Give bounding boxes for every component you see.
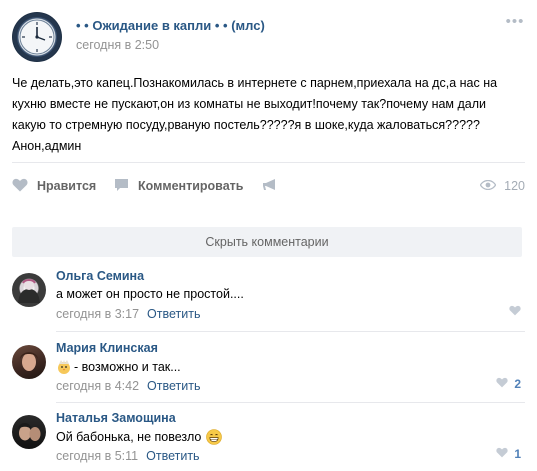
heart-icon <box>496 377 508 391</box>
avatar[interactable] <box>12 273 46 307</box>
comment-like-count: 1 <box>514 447 521 461</box>
reply-link[interactable]: Ответить <box>147 307 200 321</box>
comment-meta: сегодня в 5:11 Ответить <box>56 449 200 463</box>
post-actions: Нравится Комментировать 120 <box>12 173 525 199</box>
share-button[interactable] <box>262 173 287 199</box>
comment-label: Комментировать <box>138 179 244 193</box>
like-button[interactable]: Нравится <box>12 173 96 199</box>
comment-button[interactable]: Комментировать <box>114 173 243 199</box>
hide-comments-button[interactable]: Скрыть комментарии <box>12 227 522 257</box>
comment-text: - возможно и так... <box>74 360 181 374</box>
comment-author[interactable]: Ольга Семина <box>56 269 144 283</box>
comment-text: а может он просто не простой.... <box>56 287 244 301</box>
divider <box>12 162 525 163</box>
comment-meta: сегодня в 3:17 Ответить <box>56 307 200 321</box>
comment-text-row: Ой бабонька, не повезло <box>56 429 223 445</box>
group-name-link[interactable]: • • Ожидание в капли • • (млс) <box>76 18 265 33</box>
reply-link[interactable]: Ответить <box>147 379 200 393</box>
comment-item: Мария Клинская - возможно и так... сегод… <box>12 341 525 401</box>
comment-time[interactable]: сегодня в 3:17 <box>56 307 139 321</box>
comment-like-button[interactable]: 1 <box>496 447 521 461</box>
heart-icon <box>509 305 521 319</box>
divider <box>56 402 525 403</box>
comment-like-button[interactable] <box>509 305 521 319</box>
comment-text: Ой бабонька, не повезло <box>56 430 202 444</box>
chick-emoji-icon <box>56 359 72 375</box>
grin-emoji-icon <box>206 429 223 445</box>
post-text-line: Че делать,это капец.Познакомилась в инте… <box>12 76 498 90</box>
comment-like-count: 2 <box>514 377 521 391</box>
speech-bubble-icon <box>114 178 129 195</box>
comment-item: Ольга Семина а может он просто не просто… <box>12 269 525 329</box>
heart-icon <box>12 178 28 195</box>
group-avatar[interactable] <box>12 12 62 62</box>
divider <box>56 331 525 332</box>
comment-author[interactable]: Мария Клинская <box>56 341 158 355</box>
clock-icon <box>13 13 61 61</box>
post-text-line: Анон,админ <box>12 139 82 153</box>
views-counter: 120 <box>479 173 525 199</box>
post-text: Че делать,это капец.Познакомилась в инте… <box>12 73 525 157</box>
comment-item: Наталья Замощина Ой бабонька, не повезло… <box>12 411 525 471</box>
post-header: • • Ожидание в капли • • (млс) сегодня в… <box>12 12 525 62</box>
reply-link[interactable]: Ответить <box>146 449 199 463</box>
post-text-line: какую то стремную посуду,рваную постель?… <box>12 118 480 132</box>
heart-icon <box>496 447 508 461</box>
eye-icon <box>479 179 497 193</box>
comment-author[interactable]: Наталья Замощина <box>56 411 176 425</box>
avatar[interactable] <box>12 345 46 379</box>
comment-time[interactable]: сегодня в 4:42 <box>56 379 139 393</box>
avatar[interactable] <box>12 415 46 449</box>
comment-time[interactable]: сегодня в 5:11 <box>56 449 138 463</box>
post-text-line: кухню вместе не пускают,он из комнаты не… <box>12 97 487 111</box>
comment-meta: сегодня в 4:42 Ответить <box>56 379 200 393</box>
post-menu-icon[interactable]: ••• <box>505 14 525 30</box>
views-count: 120 <box>504 179 525 193</box>
megaphone-icon <box>262 178 278 195</box>
comment-like-button[interactable]: 2 <box>496 377 521 391</box>
comment-text-row: - возможно и так... <box>56 359 181 375</box>
post-timestamp[interactable]: сегодня в 2:50 <box>76 38 159 52</box>
like-label: Нравится <box>37 179 97 193</box>
